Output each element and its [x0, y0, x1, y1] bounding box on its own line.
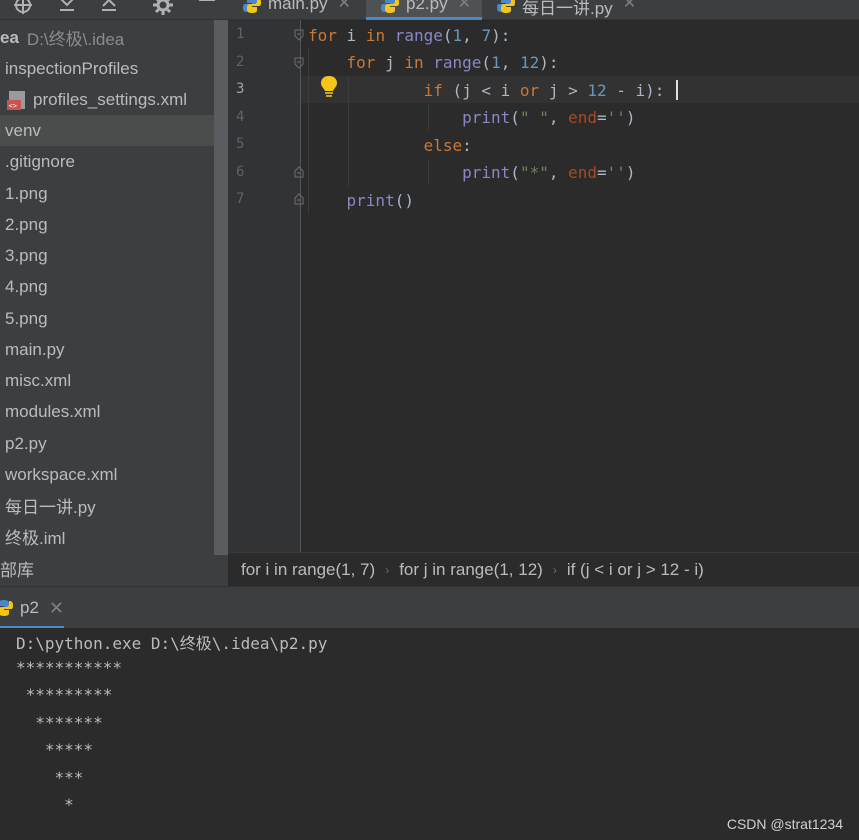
line-number: 7: [236, 191, 245, 207]
python-file-icon: [243, 0, 261, 13]
tab-label: main.py: [268, 0, 328, 13]
breadcrumb: for i in range(1, 7) › for j in range(1,…: [228, 552, 859, 586]
console-output-line: *******: [16, 713, 103, 732]
tab-main-py[interactable]: main.py ✕: [242, 0, 366, 20]
collapse-all-icon[interactable]: [98, 0, 120, 14]
fold-open-icon[interactable]: [294, 29, 304, 41]
fold-open-icon[interactable]: [294, 57, 304, 69]
gear-icon[interactable]: [152, 0, 174, 15]
tree-item-5-png[interactable]: 5.png: [0, 303, 214, 334]
tab-p2-py[interactable]: p2.py ✕: [366, 0, 482, 20]
console-output-line: ***********: [16, 658, 122, 677]
tree-item-inspection-profiles[interactable]: inspectionProfiles: [0, 53, 214, 84]
console-output-line: *: [16, 795, 74, 814]
console-output-line: *****: [16, 740, 94, 759]
python-file-icon: [0, 600, 13, 616]
xml-file-icon: <>: [7, 90, 25, 110]
code-line-1: for i in range(1, 7):: [308, 26, 511, 45]
line-number: 2: [236, 54, 245, 70]
tree-item-misc-xml[interactable]: misc.xml: [0, 365, 214, 396]
tree-item-2-png[interactable]: 2.png: [0, 209, 214, 240]
tree-item-external-libraries[interactable]: 部库: [0, 553, 214, 584]
tree-item-4-png[interactable]: 4.png: [0, 271, 214, 302]
text-caret: [676, 80, 678, 100]
tree-item-3-png[interactable]: 3.png: [0, 240, 214, 271]
console-output-line: *********: [16, 685, 113, 704]
chevron-right-icon: ›: [552, 562, 557, 577]
tree-item-profiles-settings[interactable]: <> profiles_settings.xml: [0, 84, 214, 115]
console-command: D:\python.exe D:\终极\.idea\p2.py: [16, 634, 328, 653]
gutter: 1 2 3 4 5 6 7: [228, 20, 300, 552]
watermark: CSDN @strat1234: [726, 816, 843, 832]
python-file-icon: [497, 0, 515, 13]
line-number: 1: [236, 26, 245, 42]
line-number: 6: [236, 164, 245, 180]
tree-item-venv[interactable]: venv: [0, 115, 228, 146]
tree-item-p2-py[interactable]: p2.py: [0, 428, 214, 459]
tree-item-daily-py[interactable]: 每日一讲.py: [0, 490, 214, 521]
run-console[interactable]: D:\python.exe D:\终极\.idea\p2.py ********…: [0, 628, 859, 840]
breadcrumb-item[interactable]: for i in range(1, 7): [241, 560, 375, 580]
tree-scrollbar[interactable]: [214, 20, 228, 555]
expand-all-icon[interactable]: [56, 0, 78, 14]
top-strip: main.py ✕ p2.py ✕ 每日一讲.py ✕: [0, 0, 859, 20]
lightbulb-icon[interactable]: [318, 74, 340, 100]
project-toolbar: [0, 0, 228, 20]
run-panel-header: p2 ✕: [0, 586, 859, 629]
breadcrumb-item[interactable]: if (j < i or j > 12 - i): [567, 560, 704, 580]
root-name: ea: [0, 27, 19, 47]
tree-item-iml[interactable]: 终极.iml: [0, 521, 214, 552]
code-line-3: if (j < i or j > 12 - i):: [423, 81, 665, 100]
close-icon[interactable]: ✕: [338, 0, 351, 13]
code-line-2: for j in range(1, 12):: [346, 53, 559, 72]
console-output-line: ***: [16, 768, 84, 787]
tree-item-gitignore[interactable]: .gitignore: [0, 146, 214, 177]
line-number: 3: [236, 81, 245, 97]
tab-daily-py[interactable]: 每日一讲.py ✕: [496, 0, 646, 20]
line-number: 4: [236, 109, 245, 125]
run-tab-p2[interactable]: p2 ✕: [0, 587, 65, 629]
tree-item-main-py[interactable]: main.py: [0, 334, 214, 365]
locate-icon[interactable]: [12, 0, 34, 14]
code-line-6: print("*", end=''): [462, 163, 636, 182]
tree-item-1-png[interactable]: 1.png: [0, 178, 214, 209]
root-path: D:\终极\.idea: [26, 30, 125, 49]
tab-label: 每日一讲.py: [522, 0, 613, 18]
close-icon[interactable]: ✕: [49, 598, 64, 619]
run-tab-label: p2: [20, 598, 39, 617]
code-editor[interactable]: 1 2 3 4 5 6 7 for i in range(1, 7): for …: [228, 20, 859, 552]
tree-item-modules-xml[interactable]: modules.xml: [0, 396, 214, 427]
tree-root[interactable]: ea D:\终极\.idea: [0, 22, 214, 53]
breadcrumb-item[interactable]: for j in range(1, 12): [399, 560, 543, 580]
tree-item-workspace-xml[interactable]: workspace.xml: [0, 459, 214, 490]
code-line-5: else:: [423, 136, 472, 155]
code-line-4: print(" ", end=''): [462, 108, 636, 127]
close-icon[interactable]: ✕: [458, 0, 471, 13]
hide-panel-icon[interactable]: [196, 0, 218, 14]
python-file-icon: [381, 0, 399, 13]
chevron-right-icon: ›: [385, 562, 390, 577]
tab-label: p2.py: [406, 0, 448, 13]
project-tree: ea D:\终极\.idea inspectionProfiles <> pro…: [0, 20, 228, 586]
line-number: 5: [236, 136, 245, 152]
fold-close-icon[interactable]: [294, 166, 304, 178]
close-icon[interactable]: ✕: [623, 0, 636, 13]
fold-close-icon[interactable]: [294, 193, 304, 205]
svg-text:<>: <>: [9, 102, 17, 110]
code-line-7: print(): [346, 191, 414, 210]
